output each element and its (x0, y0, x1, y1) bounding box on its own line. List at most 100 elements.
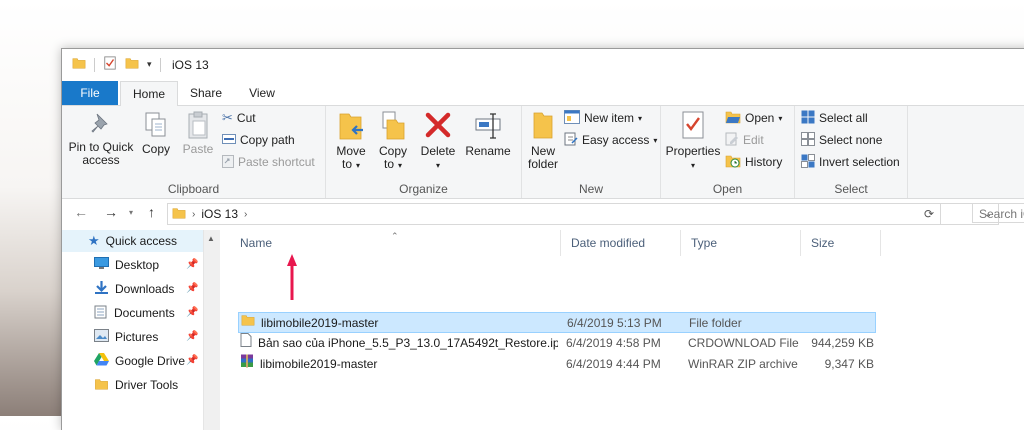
open-icon (725, 110, 741, 127)
select-group: Select all Select none Invert selection … (795, 106, 908, 198)
open-group-label: Open (712, 182, 743, 196)
window-title: iOS 13 (172, 58, 209, 72)
easy-access-button[interactable]: Easy access ▾ (564, 130, 657, 150)
forward-arrow-icon[interactable]: → (104, 204, 118, 220)
pin-label-2: access (82, 153, 120, 167)
ribbon: Pin to Quick access Copy Paste ✂ Cut Cop… (62, 106, 1024, 199)
breadcrumb-ios13[interactable]: iOS 13 (201, 207, 238, 221)
column-header-date-modified[interactable]: Date modified (561, 230, 681, 256)
properties-button[interactable]: Properties ▾ (665, 110, 721, 172)
breadcrumb-separator-icon: › (192, 208, 196, 220)
file-date-cell: 6/4/2019 4:44 PM (566, 357, 661, 371)
refresh-icon[interactable]: ⟳ (918, 203, 941, 225)
cut-button[interactable]: ✂ Cut (222, 108, 256, 128)
scroll-up-icon[interactable]: ▲ (207, 234, 215, 243)
organize-group: Move to ▾ Copy to ▾ Delete ▾ Rename Orga… (326, 106, 522, 198)
copy-icon (145, 112, 166, 137)
pin-to-quick-access-button[interactable]: Pin to Quick access (68, 110, 134, 167)
paste-button[interactable]: Paste (178, 110, 218, 156)
select-all-icon (801, 110, 815, 127)
search-input[interactable]: Search iO (972, 203, 1024, 223)
properties-icon[interactable] (103, 56, 117, 73)
copy-path-button[interactable]: Copy path (222, 130, 295, 150)
desktop-icon (94, 257, 109, 273)
recent-locations-icon[interactable]: ▾ (129, 208, 133, 217)
invert-selection-button[interactable]: Invert selection (801, 152, 900, 172)
up-arrow-icon[interactable]: ↑ (148, 204, 155, 220)
history-button[interactable]: History (725, 152, 782, 172)
file-date-cell: 6/4/2019 4:58 PM (566, 336, 661, 350)
select-all-button[interactable]: Select all (801, 108, 868, 128)
file-row[interactable]: Bản sao của iPhone_5.5_P3_13.0_17A5492t_… (238, 333, 876, 354)
pin-label-1: Pin to Quick (68, 140, 134, 154)
paste-shortcut-button[interactable]: Paste shortcut (222, 152, 315, 172)
file-icon (240, 333, 252, 354)
documents-icon (94, 305, 108, 322)
pictures-icon (94, 329, 109, 345)
navigation-pane: ★ Quick access Desktop 📌 Downloads 📌 Doc… (62, 230, 203, 430)
new-item-button[interactable]: New item ▾ (564, 108, 642, 128)
folder-icon (172, 206, 186, 223)
history-icon (725, 154, 741, 171)
file-size-cell (805, 313, 875, 334)
tab-file[interactable]: File (62, 81, 118, 105)
address-row: ← → ▾ ↑ › iOS 13 › ⌄ ⟳ Search iO (62, 199, 1024, 229)
file-date-cell: 6/4/2019 5:13 PM (567, 316, 662, 330)
new-folder-icon (533, 112, 553, 139)
column-header-name[interactable]: Name (230, 230, 561, 256)
pin-icon[interactable]: 📌 (186, 307, 198, 318)
clipboard-group: Pin to Quick access Copy Paste ✂ Cut Cop… (62, 106, 326, 198)
pin-icon[interactable]: 📌 (186, 331, 198, 342)
new-folder-button[interactable]: New folder (524, 110, 562, 171)
nav-item-desktop[interactable]: Desktop 📌 (62, 254, 203, 276)
column-header-size[interactable]: Size (801, 230, 881, 256)
nav-item-downloads[interactable]: Downloads 📌 (62, 278, 203, 300)
nav-item-driver-tools[interactable]: Driver Tools (62, 374, 203, 396)
copy-to-icon (382, 111, 405, 140)
tab-view[interactable]: View (238, 81, 286, 105)
copy-button[interactable]: Copy (138, 110, 174, 156)
customize-toolbar-icon[interactable]: ▾ (147, 59, 152, 70)
edit-icon (725, 132, 739, 149)
file-type-cell: File folder (689, 316, 742, 330)
file-row[interactable]: libimobile2019-master 6/4/2019 4:44 PM W… (238, 354, 876, 375)
ribbon-tabs: File Home Share View (62, 81, 1024, 107)
nav-item-quick-access[interactable]: ★ Quick access (62, 230, 203, 252)
file-size-cell: 9,347 KB (824, 357, 874, 371)
pin-icon[interactable]: 📌 (186, 283, 198, 294)
tab-home[interactable]: Home (120, 81, 178, 107)
move-to-button[interactable]: Move to ▾ (332, 110, 370, 172)
address-bar[interactable]: › iOS 13 › ⌄ (167, 203, 999, 225)
quick-access-toolbar: ▾ (72, 56, 169, 73)
nav-item-pictures[interactable]: Pictures 📌 (62, 326, 203, 348)
title-bar: ▾ iOS 13 (62, 49, 1024, 81)
copy-path-icon (222, 133, 236, 148)
pin-icon[interactable]: 📌 (186, 355, 198, 366)
open-group: Properties ▾ Open ▾ Edit History Open (661, 106, 795, 198)
nav-item-documents[interactable]: Documents 📌 (62, 302, 203, 324)
new-item-icon (564, 109, 580, 127)
pin-icon[interactable]: 📌 (186, 259, 198, 270)
download-icon (94, 280, 109, 298)
select-none-button[interactable]: Select none (801, 130, 882, 150)
new-group: New folder New item ▾ Easy access ▾ New (522, 106, 661, 198)
folder-icon (241, 313, 255, 334)
copy-to-button[interactable]: Copy to ▾ (374, 110, 412, 172)
breadcrumb-separator-icon: › (244, 208, 248, 220)
column-header-type[interactable]: Type (681, 230, 801, 256)
nav-item-google-drive[interactable]: Google Drive 📌 (62, 350, 203, 372)
file-type-cell: WinRAR ZIP archive (688, 357, 798, 371)
star-icon: ★ (88, 233, 100, 248)
edit-button[interactable]: Edit (725, 130, 764, 150)
new-folder-icon[interactable] (125, 56, 139, 73)
file-size-cell: 944,259 KB (811, 336, 874, 350)
properties-icon (682, 111, 704, 139)
back-arrow-icon[interactable]: ← (74, 204, 88, 220)
delete-button[interactable]: Delete ▾ (418, 110, 458, 172)
file-row-selected[interactable]: libimobile2019-master 6/4/2019 5:13 PM F… (238, 312, 876, 333)
tab-share[interactable]: Share (180, 81, 232, 105)
nav-scrollbar[interactable]: ▲ (203, 230, 221, 430)
open-button[interactable]: Open ▾ (725, 108, 782, 128)
easy-access-icon (564, 132, 578, 149)
rename-button[interactable]: Rename (464, 110, 512, 158)
